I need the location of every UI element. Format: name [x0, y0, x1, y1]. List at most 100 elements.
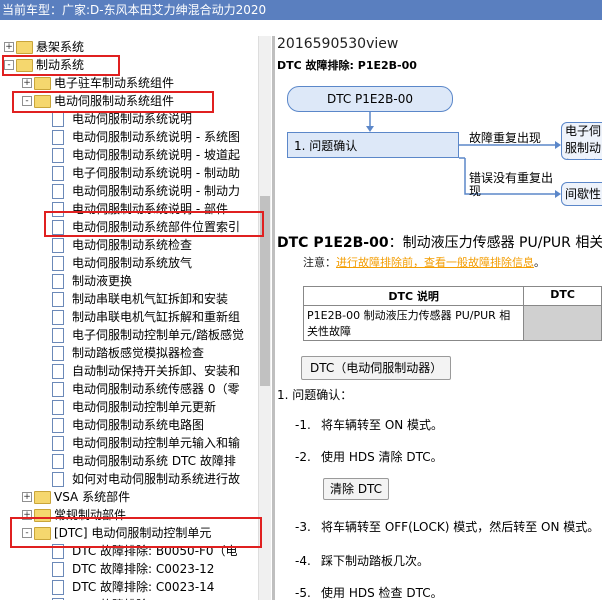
tree-node-label: 电动伺服制动系统放气: [72, 256, 193, 270]
collapse-icon[interactable]: -: [22, 528, 32, 538]
tree-node-label: 电动伺服制动系统说明 - 坡道起: [72, 148, 240, 162]
tree-node[interactable]: 电动伺服制动系统 DTC 故障排: [0, 452, 258, 470]
document-icon: [52, 328, 64, 343]
flow-side-node[interactable]: 电子伺服制动板感觉: [561, 122, 602, 160]
tree-node-label: 电动伺服制动系统传感器 0（零: [72, 382, 240, 396]
step-item: -2. 使用 HDS 清除 DTC。: [295, 450, 443, 464]
document-icon: [52, 184, 64, 199]
folder-icon: [34, 527, 51, 540]
tree-node-label: 电动伺服制动系统 DTC 故障排: [72, 454, 236, 468]
document-view: 2016590530view DTC 故障排除: P1E2B-00 DTC P1…: [275, 36, 602, 600]
document-icon: [52, 364, 64, 379]
tree-node[interactable]: - 电动伺服制动系统组件: [0, 92, 258, 110]
tree-node-label: 自动制动保持开关拆卸、安装和: [72, 364, 241, 378]
tree-node[interactable]: DTC 故障排除: C0023-12: [0, 560, 258, 578]
document-icon: [52, 418, 64, 433]
folder-icon: [16, 41, 33, 54]
tree-node[interactable]: 电动伺服制动系统说明 - 系统图: [0, 128, 258, 146]
expand-icon[interactable]: +: [22, 510, 32, 520]
expand-icon[interactable]: +: [4, 42, 14, 52]
troubleshooting-link[interactable]: 进行故障排除前，查看一般故障排除信息: [336, 256, 534, 269]
tree-node[interactable]: + VSA 系统部件: [0, 488, 258, 506]
table-header: DTC: [523, 286, 602, 306]
tree-node[interactable]: 制动串联电机气缸拆解和重新组: [0, 308, 258, 326]
tree-node[interactable]: + 悬架系统: [0, 38, 258, 56]
tree-node[interactable]: DTC 故障排除: C0023-14: [0, 578, 258, 596]
tree-scrollbar-thumb[interactable]: [260, 196, 270, 386]
tree-node[interactable]: 电动伺服制动系统说明 - 部件: [0, 200, 258, 218]
vehicle-model-title: 当前车型：广家:D-东风本田艾力绅混合动力2020: [2, 3, 267, 17]
document-icon: [52, 562, 64, 577]
table-cell: P1E2B-00 制动液压力传感器 PU/PUR 相关性故障: [302, 305, 525, 341]
dtc-table: DTC 说明 DTC P1E2B-00 制动液压力传感器 PU/PUR 相关性故…: [302, 286, 602, 341]
folder-icon: [34, 77, 51, 90]
document-icon: [52, 436, 64, 451]
document-icon: [52, 202, 64, 217]
navigation-tree[interactable]: + 悬架系统 - 制动系统 + 电子驻车制动系统组件 - 电动伺服制动系统组件电动伺服制动系统…: [0, 36, 272, 600]
tree-node[interactable]: - [DTC] 电动伺服制动控制单元: [0, 524, 258, 542]
tree-node-label: DTC 故障排除: C0023-14: [72, 580, 215, 594]
document-icon: [52, 454, 64, 469]
tree-node[interactable]: 制动踏板感觉模拟器检查: [0, 344, 258, 362]
tree-scrollbar[interactable]: [258, 36, 271, 600]
table-cell: [523, 305, 602, 341]
tree-node-label: 电动伺服制动系统电路图: [72, 418, 205, 432]
tree-node-label: DTC 故障排除: [72, 596, 148, 600]
step-item: -4. 踩下制动踏板几次。: [295, 554, 430, 568]
clear-dtc-button[interactable]: 清除 DTC: [323, 478, 390, 500]
flow-side-node[interactable]: 间歇性: [561, 182, 602, 206]
step-item: -5. 使用 HDS 检查 DTC。: [295, 586, 443, 600]
tree-node[interactable]: 电动伺服制动系统说明 - 坡道起: [0, 146, 258, 164]
tree-node[interactable]: 电动伺服制动控制单元更新: [0, 398, 258, 416]
collapse-icon[interactable]: -: [22, 96, 32, 106]
tree-node[interactable]: 自动制动保持开关拆卸、安装和: [0, 362, 258, 380]
document-icon: [52, 112, 64, 127]
tree-node[interactable]: 电动伺服制动系统部件位置索引: [0, 218, 258, 236]
note-suffix: 。: [534, 256, 545, 269]
tree-node[interactable]: + 电子驻车制动系统组件: [0, 74, 258, 92]
tree-node-label: 电动伺服制动系统组件: [54, 94, 175, 108]
tree-node[interactable]: 电子伺服制动控制单元/踏板感觉: [0, 326, 258, 344]
tree-node[interactable]: 制动液更换: [0, 272, 258, 290]
tree-node-label: 电动伺服制动系统说明 - 制动力: [72, 184, 240, 198]
tree-node[interactable]: 电子伺服制动系统说明 - 制动助: [0, 164, 258, 182]
tree-node-label: 电动伺服制动系统部件位置索引: [72, 220, 241, 234]
flow-step-node[interactable]: 1. 问题确认: [287, 132, 459, 158]
document-icon: [52, 238, 64, 253]
tree-node[interactable]: DTC 故障排除: [0, 596, 258, 600]
tree-node[interactable]: 如何对电动伺服制动系统进行故: [0, 470, 258, 488]
document-icon: [52, 292, 64, 307]
document-icon: [52, 382, 64, 397]
step-item: -1. 将车辆转至 ON 模式。: [295, 418, 444, 432]
tree-node-label: 常规制动部件: [54, 508, 127, 522]
expand-icon[interactable]: +: [22, 492, 32, 502]
document-icon: [52, 220, 64, 235]
tree-node-label: 电动伺服制动控制单元输入和输: [72, 436, 241, 450]
collapse-icon[interactable]: -: [4, 60, 14, 70]
title-bar: 当前车型：广家:D-东风本田艾力绅混合动力2020: [0, 0, 602, 20]
tree-node-label: 如何对电动伺服制动系统进行故: [72, 472, 241, 486]
tree-node-label: 电子伺服制动控制单元/踏板感觉: [72, 328, 245, 342]
expand-icon[interactable]: +: [22, 78, 32, 88]
tree-node[interactable]: 电动伺服制动系统放气: [0, 254, 258, 272]
document-icon: [52, 148, 64, 163]
tree-node-label: 电动伺服制动系统说明: [72, 112, 193, 126]
document-icon: [52, 346, 64, 361]
tree-node[interactable]: + 常规制动部件: [0, 506, 258, 524]
tree-node[interactable]: DTC 故障排除: B0050-F0（电: [0, 542, 258, 560]
note-line: 注意：进行故障排除前，查看一般故障排除信息。: [303, 254, 545, 270]
tree-node-label: 制动液更换: [72, 274, 133, 288]
tree-node[interactable]: 电动伺服制动系统说明: [0, 110, 258, 128]
tree-node[interactable]: 电动伺服制动系统电路图: [0, 416, 258, 434]
folder-icon: [16, 59, 33, 72]
tree-node[interactable]: 电动伺服制动控制单元输入和输: [0, 434, 258, 452]
tree-node[interactable]: 电动伺服制动系统说明 - 制动力: [0, 182, 258, 200]
tree-node-label: 制动串联电机气缸拆卸和安装: [72, 292, 229, 306]
tree-node[interactable]: 电动伺服制动系统传感器 0（零: [0, 380, 258, 398]
tree-node[interactable]: - 制动系统: [0, 56, 258, 74]
tree-node[interactable]: 制动串联电机气缸拆卸和安装: [0, 290, 258, 308]
dtc-electric-servo-button[interactable]: DTC（电动伺服制动器）: [301, 356, 452, 380]
tree-node-label: 悬架系统: [36, 40, 85, 54]
tree-node-label: 制动踏板感觉模拟器检查: [72, 346, 205, 360]
tree-node[interactable]: 电动伺服制动系统检查: [0, 236, 258, 254]
